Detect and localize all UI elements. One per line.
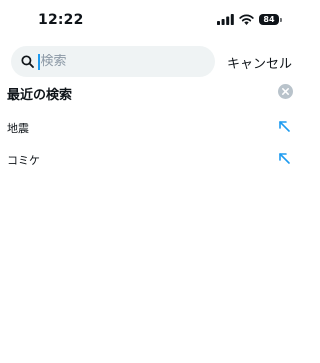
recent-search-list: 地震 コミケ — [0, 112, 300, 176]
recent-search-label: 地震 — [7, 122, 29, 135]
status-bar: 12:22 84 — [0, 0, 300, 44]
status-icons: 84 — [217, 14, 282, 25]
cancel-button[interactable]: キャンセル — [227, 53, 292, 72]
text-caret — [38, 53, 40, 70]
wifi-icon — [239, 14, 254, 25]
search-icon — [21, 55, 34, 68]
recent-search-label: コミケ — [7, 154, 40, 167]
close-circle-icon — [282, 88, 289, 95]
recent-searches-title: 最近の検索 — [7, 88, 73, 103]
signal-icon — [217, 14, 234, 25]
recent-search-item[interactable]: 地震 — [0, 112, 300, 144]
recent-search-item[interactable]: コミケ — [0, 144, 300, 176]
battery-level: 84 — [259, 14, 279, 25]
fill-arrow-icon[interactable] — [277, 151, 291, 165]
battery-nub — [280, 17, 282, 22]
search-box[interactable] — [11, 46, 215, 77]
recent-searches-header: 最近の検索 — [7, 84, 295, 104]
search-input[interactable] — [40, 54, 191, 69]
fill-arrow-icon[interactable] — [277, 119, 291, 133]
clear-recent-button[interactable] — [278, 84, 293, 99]
battery-icon: 84 — [259, 14, 282, 25]
status-time: 12:22 — [38, 12, 84, 28]
search-row: キャンセル — [11, 46, 292, 78]
